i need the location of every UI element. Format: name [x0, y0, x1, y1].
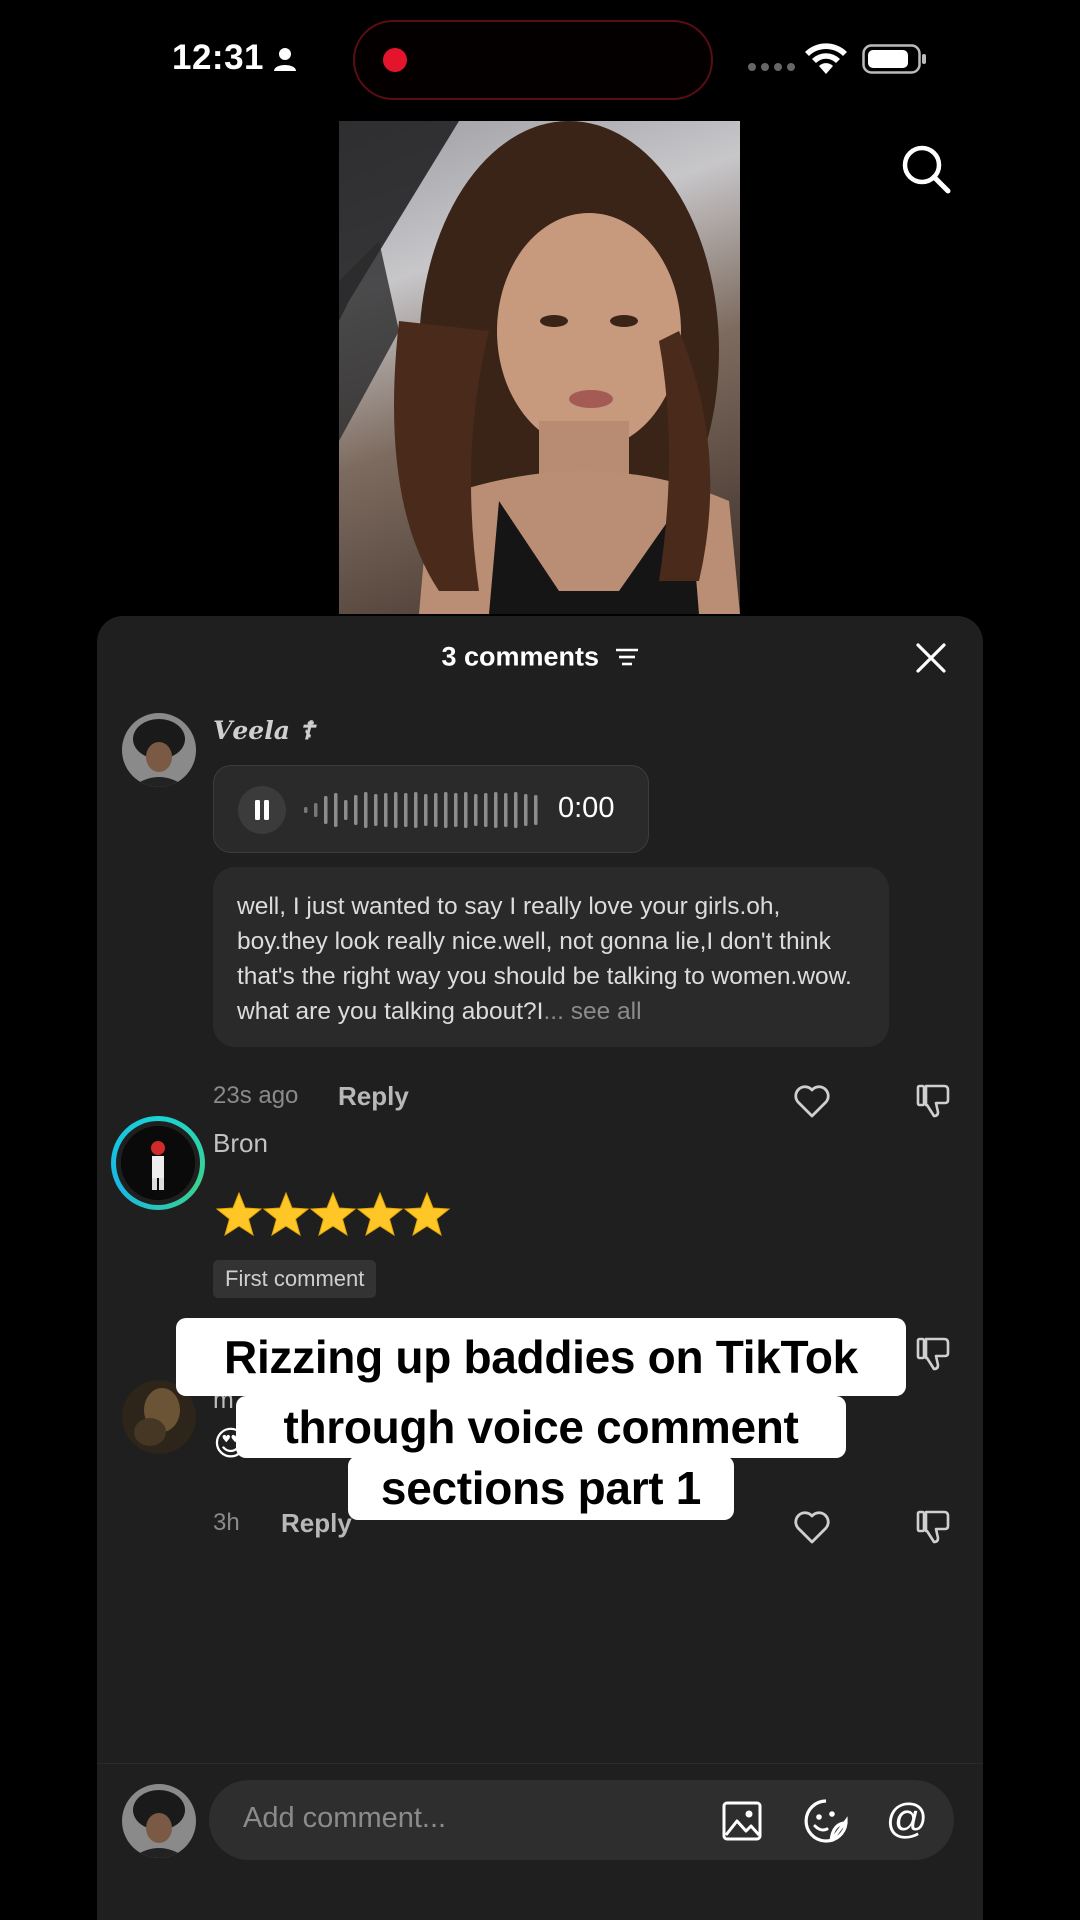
person-icon	[274, 48, 296, 71]
like-heart-icon[interactable]	[793, 1509, 831, 1545]
waveform-bar	[454, 793, 458, 827]
status-time: 12:31	[172, 38, 265, 77]
pause-icon	[255, 800, 269, 820]
reply-button[interactable]: Reply	[281, 1508, 352, 1539]
input-divider	[97, 1763, 983, 1764]
waveform-bar	[394, 792, 398, 828]
like-heart-icon[interactable]	[793, 1083, 831, 1119]
star-icon	[216, 1192, 450, 1236]
waveform-bar	[414, 792, 418, 828]
waveform-bar	[534, 795, 538, 825]
sort-filter-icon[interactable]	[615, 647, 639, 667]
avatar[interactable]	[122, 713, 196, 787]
comment-username[interactable]: 𝑽𝒆𝒆𝒍𝒂 ☦︎	[213, 716, 315, 745]
comment-username[interactable]: Bron	[213, 1128, 268, 1159]
reply-button[interactable]: Reply	[338, 1081, 409, 1112]
waveform-bar	[444, 792, 448, 828]
waveform-bar	[354, 795, 358, 825]
voice-duration: 0:00	[558, 792, 615, 824]
waveform-bar	[404, 793, 408, 827]
comments-header[interactable]: 3 comments	[97, 640, 983, 672]
dynamic-island	[353, 20, 713, 100]
waveform-bar	[524, 794, 528, 826]
image-icon[interactable]	[721, 1800, 763, 1842]
waveform-bar	[374, 794, 378, 826]
dislike-icon[interactable]	[914, 1082, 952, 1118]
waveform-bar	[464, 792, 468, 828]
comments-count-title: 3 comments	[441, 641, 600, 672]
comment-time: 3h	[213, 1509, 240, 1536]
comments-sheet: 3 comments 𝑽𝒆𝒆𝒍𝒂 ☦︎ 0:00 well, I just wa…	[97, 616, 983, 1920]
my-avatar[interactable]	[122, 1784, 196, 1858]
mention-at-icon[interactable]: @	[883, 1795, 931, 1843]
waveform-bar	[494, 792, 498, 828]
waveform-bar	[364, 792, 368, 828]
search-icon[interactable]	[900, 143, 952, 195]
video-photo[interactable]	[339, 121, 740, 614]
waveform-bar	[514, 792, 518, 828]
cellular-signal-icon	[748, 63, 795, 71]
waveform-bar	[314, 803, 318, 817]
waveform-bar	[434, 793, 438, 827]
add-comment-input[interactable]: Add comment... @	[209, 1780, 954, 1860]
audio-waveform[interactable]	[302, 790, 540, 830]
close-icon[interactable]	[915, 642, 947, 674]
first-comment-badge: First comment	[213, 1260, 377, 1298]
voice-comment-player[interactable]: 0:00	[213, 765, 649, 853]
waveform-bar	[424, 794, 428, 826]
avatar-live-ring[interactable]	[111, 1116, 205, 1210]
comment-time: 23s ago	[213, 1082, 299, 1109]
waveform-bar	[344, 800, 348, 820]
pause-button[interactable]	[238, 786, 286, 834]
battery-icon	[862, 44, 926, 74]
voice-transcript[interactable]: well, I just wanted to say I really love…	[213, 867, 889, 1047]
waveform-bar	[334, 793, 338, 827]
video-caption-line: Rizzing up baddies on TikTok	[176, 1318, 906, 1396]
video-caption-line: through voice comment	[236, 1396, 846, 1458]
video-caption-line: sections part 1	[348, 1456, 734, 1520]
waveform-bar	[324, 796, 328, 824]
wifi-icon	[805, 43, 847, 74]
waveform-bar	[504, 793, 508, 827]
add-comment-placeholder: Add comment...	[243, 1802, 447, 1834]
dislike-icon[interactable]	[914, 1335, 952, 1371]
waveform-bar	[384, 793, 388, 827]
sticker-emoji-icon[interactable]	[803, 1798, 849, 1844]
waveform-bar	[484, 793, 488, 827]
see-all-link[interactable]: ... see all	[543, 998, 641, 1025]
waveform-bar	[304, 807, 308, 813]
dislike-icon[interactable]	[914, 1508, 952, 1544]
waveform-bar	[474, 794, 478, 826]
recording-indicator-icon	[383, 48, 407, 72]
star-emoji-content	[215, 1191, 451, 1239]
